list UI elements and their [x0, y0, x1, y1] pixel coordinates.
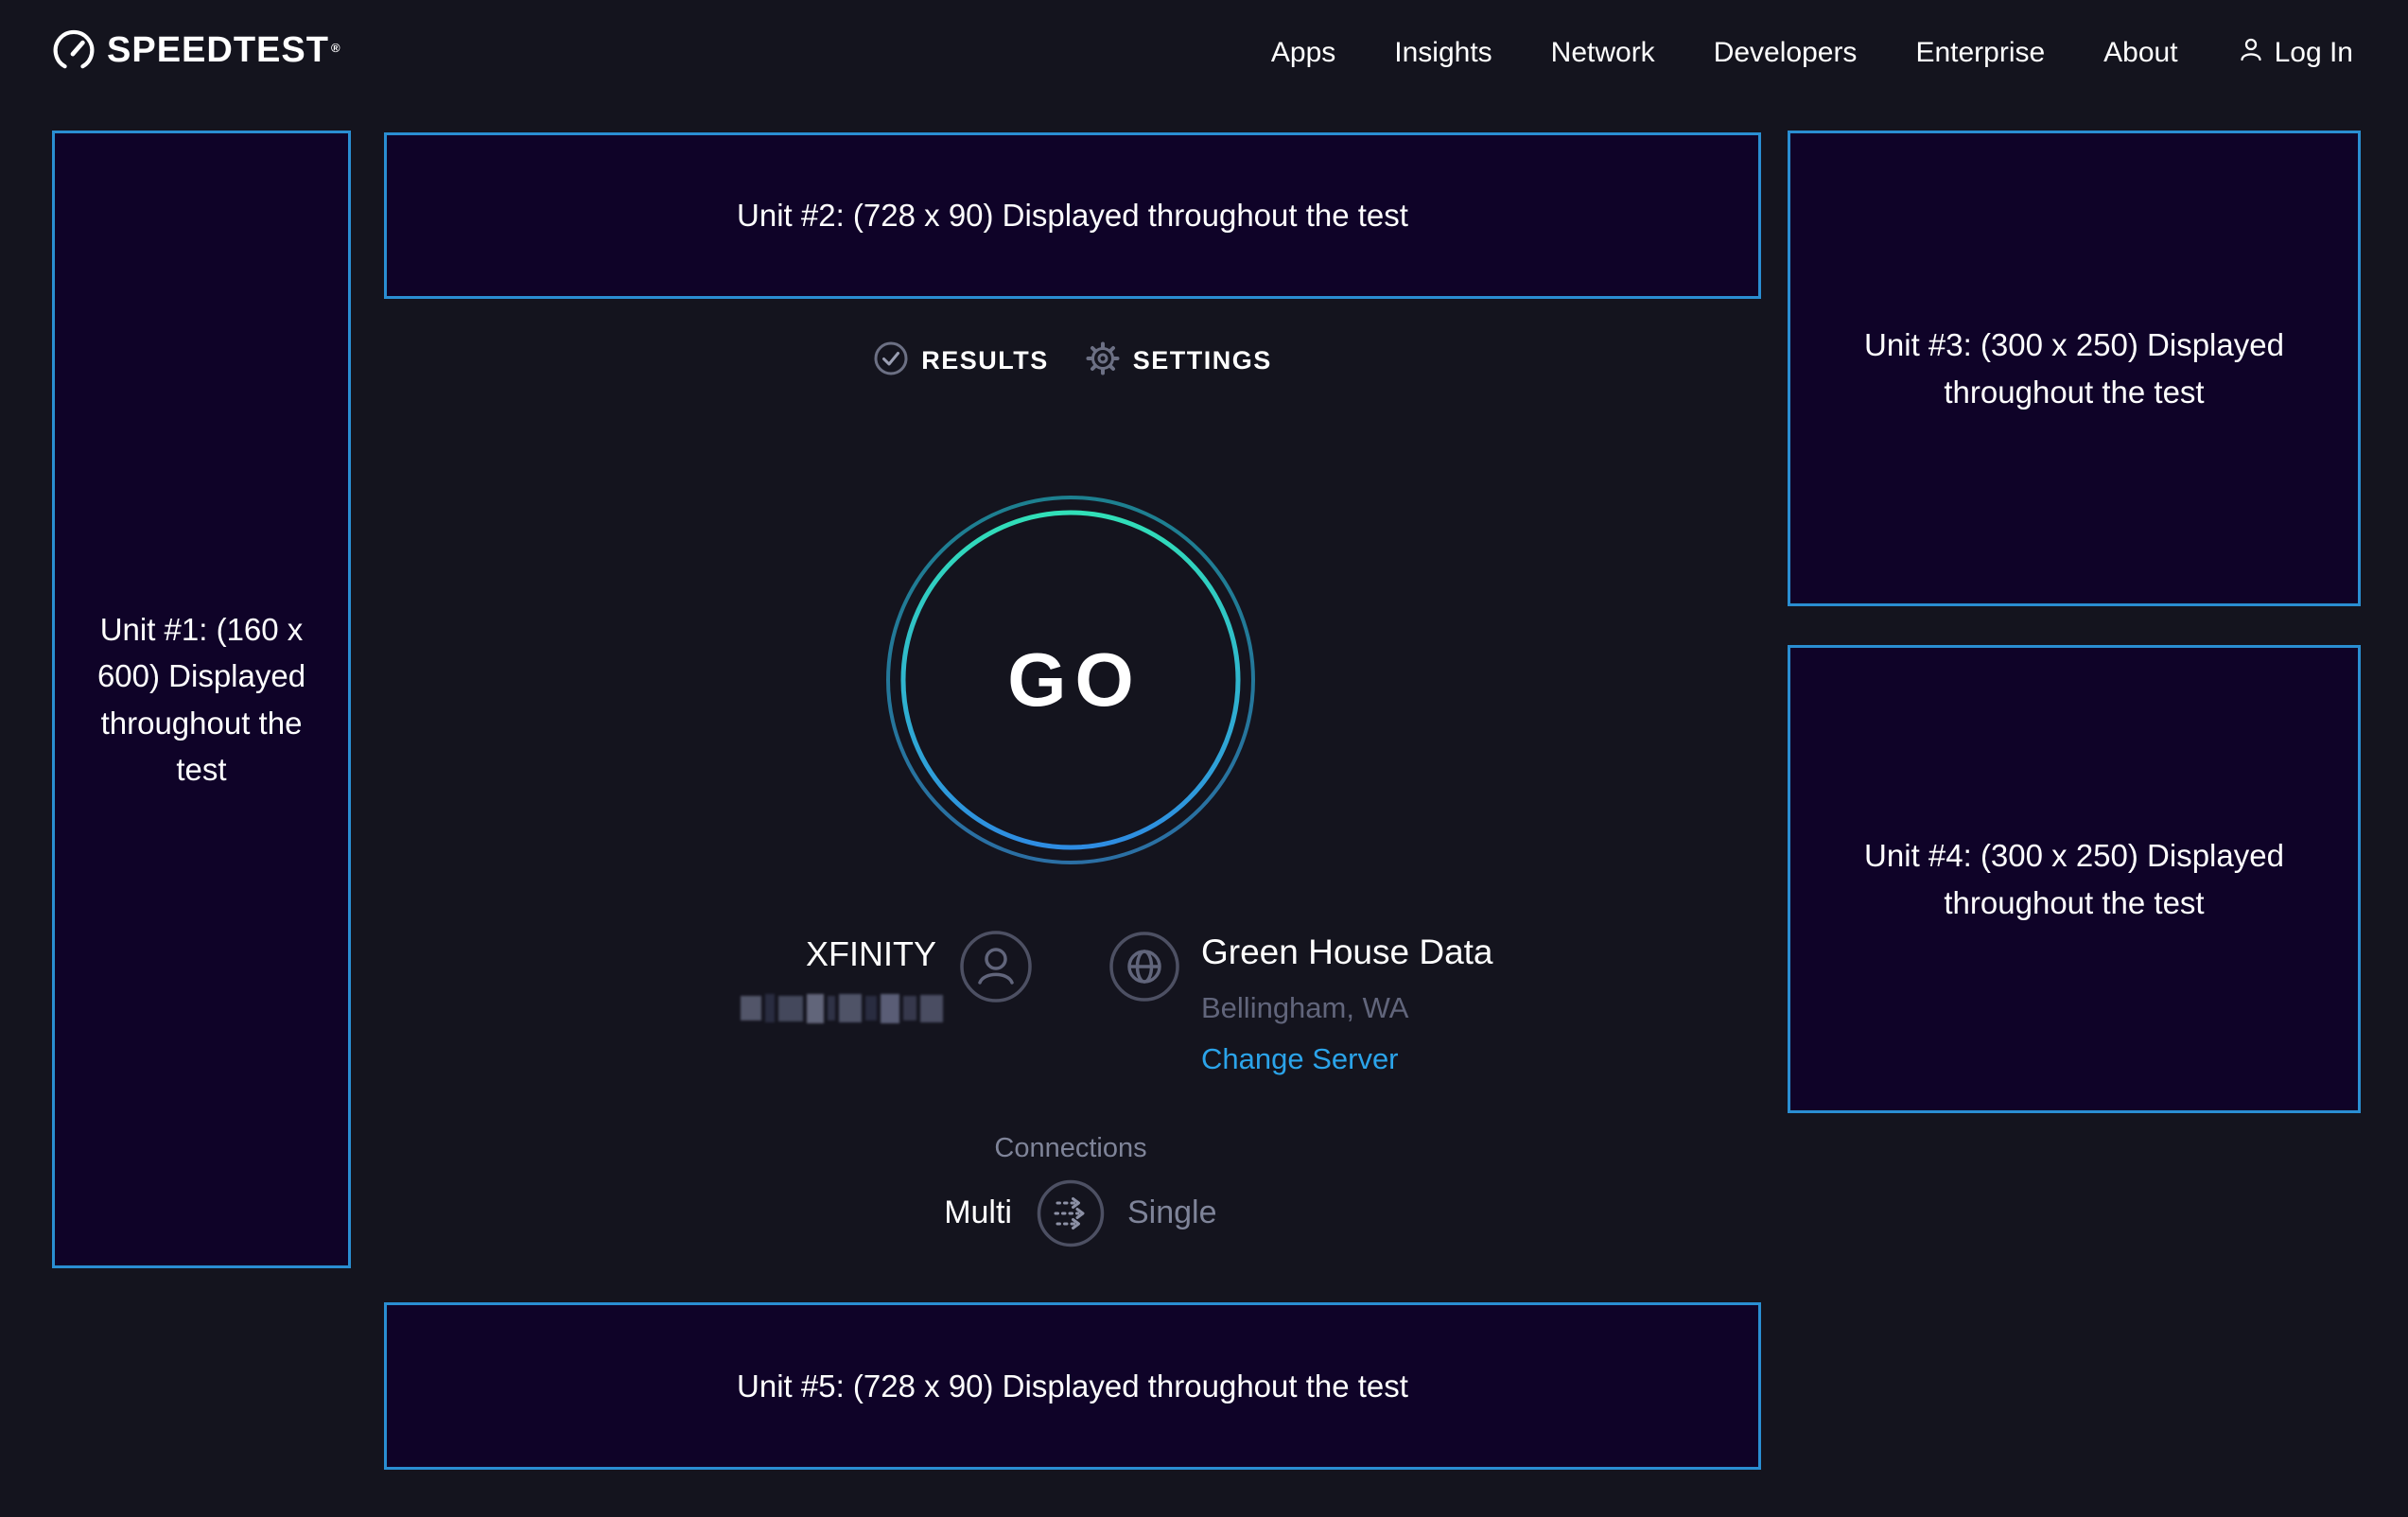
connections-toggle[interactable] — [1037, 1179, 1105, 1247]
nav-item-apps[interactable]: Apps — [1271, 37, 1335, 69]
server-location: Bellingham, WA — [1201, 991, 1408, 1025]
trademark-mark: ® — [331, 41, 341, 55]
login-label: Log In — [2275, 37, 2353, 69]
ad-unit-2-banner[interactable]: Unit #2: (728 x 90) Displayed throughout… — [384, 132, 1761, 299]
ad-unit-1-text: Unit #1: (160 x 600) Displayed throughou… — [81, 606, 322, 793]
ad-unit-4-rectangle[interactable]: Unit #4: (300 x 250) Displayed throughou… — [1788, 645, 2361, 1113]
nav-item-insights[interactable]: Insights — [1394, 37, 1492, 69]
server-globe-icon — [1108, 931, 1180, 1007]
top-nav-bar: SPEEDTEST® Apps Insights Network Develop… — [0, 0, 2408, 106]
ad-unit-3-text: Unit #3: (300 x 250) Displayed throughou… — [1857, 322, 2292, 415]
check-circle-icon — [873, 340, 909, 381]
nav-item-network[interactable]: Network — [1551, 37, 1655, 69]
login-button[interactable]: Log In — [2237, 35, 2353, 71]
server-name: Green House Data — [1201, 933, 1493, 972]
ad-unit-4-text: Unit #4: (300 x 250) Displayed throughou… — [1857, 832, 2292, 926]
nav-item-enterprise[interactable]: Enterprise — [1915, 37, 2045, 69]
tab-results-label: RESULTS — [921, 346, 1049, 375]
ad-unit-5-text: Unit #5: (728 x 90) Displayed throughout… — [737, 1363, 1408, 1410]
isp-ip-redacted — [741, 991, 943, 1025]
gear-icon — [1085, 340, 1121, 381]
connections-label: Connections — [976, 1133, 1165, 1164]
tab-results[interactable]: RESULTS — [873, 340, 1049, 381]
tab-settings-label: SETTINGS — [1133, 346, 1272, 375]
nav-item-about[interactable]: About — [2103, 37, 2177, 69]
connections-single[interactable]: Single — [1127, 1194, 1217, 1231]
ad-unit-1-skyscraper[interactable]: Unit #1: (160 x 600) Displayed throughou… — [52, 131, 351, 1268]
ad-unit-2-text: Unit #2: (728 x 90) Displayed throughout… — [737, 192, 1408, 239]
nav-item-developers[interactable]: Developers — [1714, 37, 1858, 69]
change-server-link[interactable]: Change Server — [1201, 1042, 1399, 1076]
multi-connection-arrows-icon — [1037, 1179, 1105, 1247]
main-nav: Apps Insights Network Developers Enterpr… — [1271, 35, 2353, 71]
speedtest-logo[interactable]: SPEEDTEST® — [52, 29, 340, 78]
user-icon — [2237, 35, 2265, 71]
speedometer-icon — [52, 29, 96, 78]
ad-unit-5-banner[interactable]: Unit #5: (728 x 90) Displayed throughout… — [384, 1302, 1761, 1470]
go-button-label: GO — [881, 491, 1260, 869]
isp-name: XFINITY — [605, 934, 936, 974]
brand-name: SPEEDTEST® — [107, 29, 340, 71]
connections-multi[interactable]: Multi — [851, 1194, 1012, 1231]
ad-unit-3-rectangle[interactable]: Unit #3: (300 x 250) Displayed throughou… — [1788, 131, 2361, 606]
tab-settings[interactable]: SETTINGS — [1085, 340, 1272, 381]
go-button[interactable]: GO — [881, 491, 1260, 869]
isp-user-icon — [959, 930, 1033, 1008]
results-settings-tabs: RESULTS SETTINGS — [384, 340, 1761, 381]
